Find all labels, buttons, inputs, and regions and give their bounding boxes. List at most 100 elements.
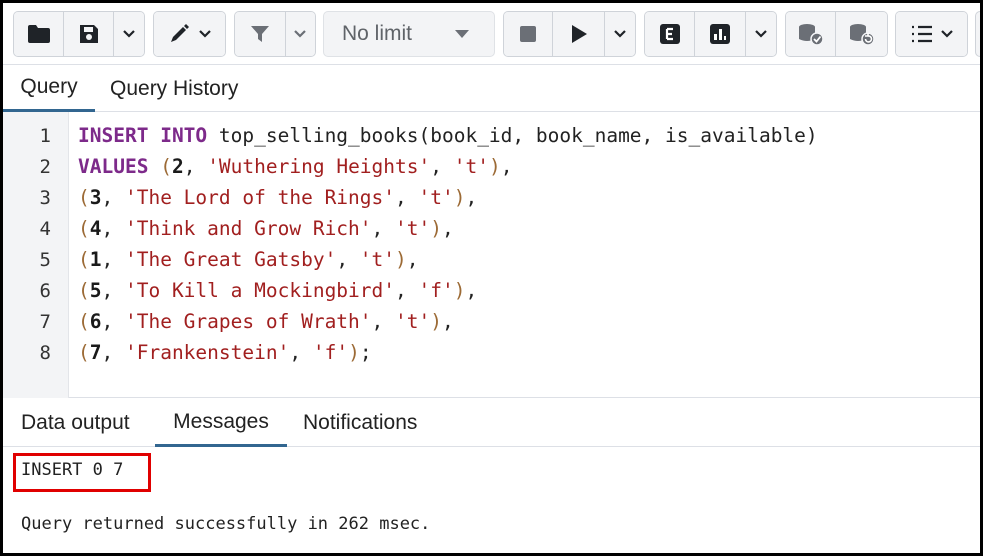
code-line: (6, 'The Grapes of Wrath', 't'),	[78, 310, 454, 333]
code-token: 't'	[418, 186, 454, 209]
code-token: 7	[89, 341, 102, 364]
status-message: Query returned successfully in 262 msec.	[21, 514, 431, 534]
filter-button[interactable]	[235, 12, 286, 56]
code-token: ,	[101, 279, 125, 302]
chevron-down-icon	[294, 30, 307, 38]
explain-analyze-icon	[710, 24, 731, 44]
code-token: (	[78, 279, 90, 302]
open-file-button[interactable]	[14, 12, 64, 56]
code-token: 't'	[395, 217, 431, 240]
explain-options-dropdown[interactable]	[746, 12, 776, 56]
line-number-gutter: 1 2 3 4 5 6 7 8	[3, 112, 69, 398]
save-icon	[79, 25, 98, 43]
commit-icon	[798, 24, 824, 46]
query-tabs: Query Query History	[3, 65, 980, 112]
code-line: VALUES (2, 'Wuthering Heights', 't'),	[78, 155, 512, 178]
transaction-button-group	[785, 11, 888, 57]
code-token: 'To Kill a Mockingbird'	[124, 279, 396, 302]
code-token: ,	[465, 186, 478, 209]
explain-button[interactable]	[645, 12, 696, 56]
code-token: )	[430, 217, 442, 240]
tab-notifications-label: Notifications	[303, 411, 418, 434]
code-token: 'Frankenstein'	[124, 341, 290, 364]
edit-menu-button[interactable]	[154, 12, 225, 56]
code-token: 'The Lord of the Rings'	[124, 186, 396, 209]
play-icon	[571, 25, 587, 43]
code-token: ,	[289, 341, 313, 364]
code-token: )	[395, 248, 407, 271]
code-token: ,	[336, 248, 360, 271]
code-line: INSERT INTO top_selling_books(book_id, b…	[78, 124, 818, 147]
code-line: (5, 'To Kill a Mockingbird', 'f'),	[78, 279, 477, 302]
code-token: ,	[395, 279, 419, 302]
code-token: (	[78, 310, 90, 333]
tab-data-output-label: Data output	[21, 411, 130, 434]
pen-icon	[170, 24, 189, 42]
code-token: ,	[101, 310, 125, 333]
code-token: )	[453, 186, 466, 209]
save-options-dropdown[interactable]	[114, 12, 144, 56]
code-token: 't'	[359, 248, 396, 271]
code-token: 1	[89, 248, 102, 271]
row-limit-select[interactable]: No limit	[323, 11, 495, 57]
code-token: ,	[101, 217, 125, 240]
code-line: (4, 'Think and Grow Rich', 't'),	[78, 217, 454, 240]
code-token: ,	[183, 155, 208, 178]
code-token: )	[348, 341, 360, 364]
code-token: 'f'	[418, 279, 454, 302]
line-number: 5	[39, 249, 51, 271]
tab-query-history[interactable]: Query History	[110, 65, 238, 112]
code-token: (	[160, 155, 172, 178]
explain-analyze-button[interactable]	[695, 12, 747, 56]
code-token: ,	[371, 217, 396, 240]
code-token: (	[78, 341, 90, 364]
stop-button[interactable]	[504, 12, 554, 56]
code-token: 6	[89, 310, 102, 333]
stop-icon	[520, 26, 537, 42]
code-token: ,	[395, 186, 419, 209]
tab-messages[interactable]: Messages	[155, 399, 287, 447]
line-number: 6	[39, 280, 51, 302]
code-token: ,	[406, 248, 419, 271]
code-token: ,	[101, 341, 125, 364]
chevron-down-icon	[123, 30, 135, 38]
tab-data-output[interactable]: Data output	[21, 399, 130, 447]
code-token: top_selling_books(book_id, book_name, is…	[207, 124, 818, 147]
file-button-group	[13, 11, 145, 57]
save-button[interactable]	[64, 12, 114, 56]
code-line: (3, 'The Lord of the Rings', 't'),	[78, 186, 477, 209]
filter-options-dropdown[interactable]	[285, 12, 315, 56]
line-number: 8	[39, 342, 51, 364]
rollback-button[interactable]	[836, 12, 887, 56]
code-token: ,	[465, 279, 478, 302]
edit-button-group	[153, 11, 226, 57]
messages-panel: INSERT 0 7 Query returned successfully i…	[3, 448, 980, 553]
result-tabs: Data output Messages Notifications	[3, 399, 980, 447]
code-token: 3	[89, 186, 102, 209]
execute-button[interactable]	[553, 12, 606, 56]
code-line: (1, 'The Great Gatsby', 't'),	[78, 248, 419, 271]
execute-options-dropdown[interactable]	[605, 12, 635, 56]
code-token: 't'	[395, 310, 431, 333]
code-token: VALUES	[78, 155, 149, 178]
sql-editor[interactable]: 1 2 3 4 5 6 7 8 INSERT INTO top_selling_books(b…	[3, 112, 980, 398]
code-token: )	[453, 279, 466, 302]
code-token: ,	[442, 310, 454, 333]
macros-button[interactable]	[896, 12, 967, 56]
tab-notifications[interactable]: Notifications	[303, 399, 417, 447]
chevron-down-icon	[755, 30, 767, 38]
chevron-down-icon	[940, 30, 953, 38]
code-token: 'f'	[312, 341, 349, 364]
code-token: ,	[101, 186, 125, 209]
code-token: (	[78, 248, 90, 271]
filter-button-group	[234, 11, 316, 57]
tab-query-history-label: Query History	[110, 76, 239, 100]
code-token: 5	[89, 279, 102, 302]
query-tool-window: No limit Query Query History 1 2 3 4 5 6…	[0, 0, 983, 556]
commit-button[interactable]	[786, 12, 837, 56]
code-token: 4	[89, 217, 102, 240]
row-limit-value: No limit	[342, 22, 413, 45]
caret-down-icon	[455, 30, 469, 38]
tab-query[interactable]: Query	[3, 65, 95, 112]
toolbar-overflow-group	[975, 11, 980, 57]
